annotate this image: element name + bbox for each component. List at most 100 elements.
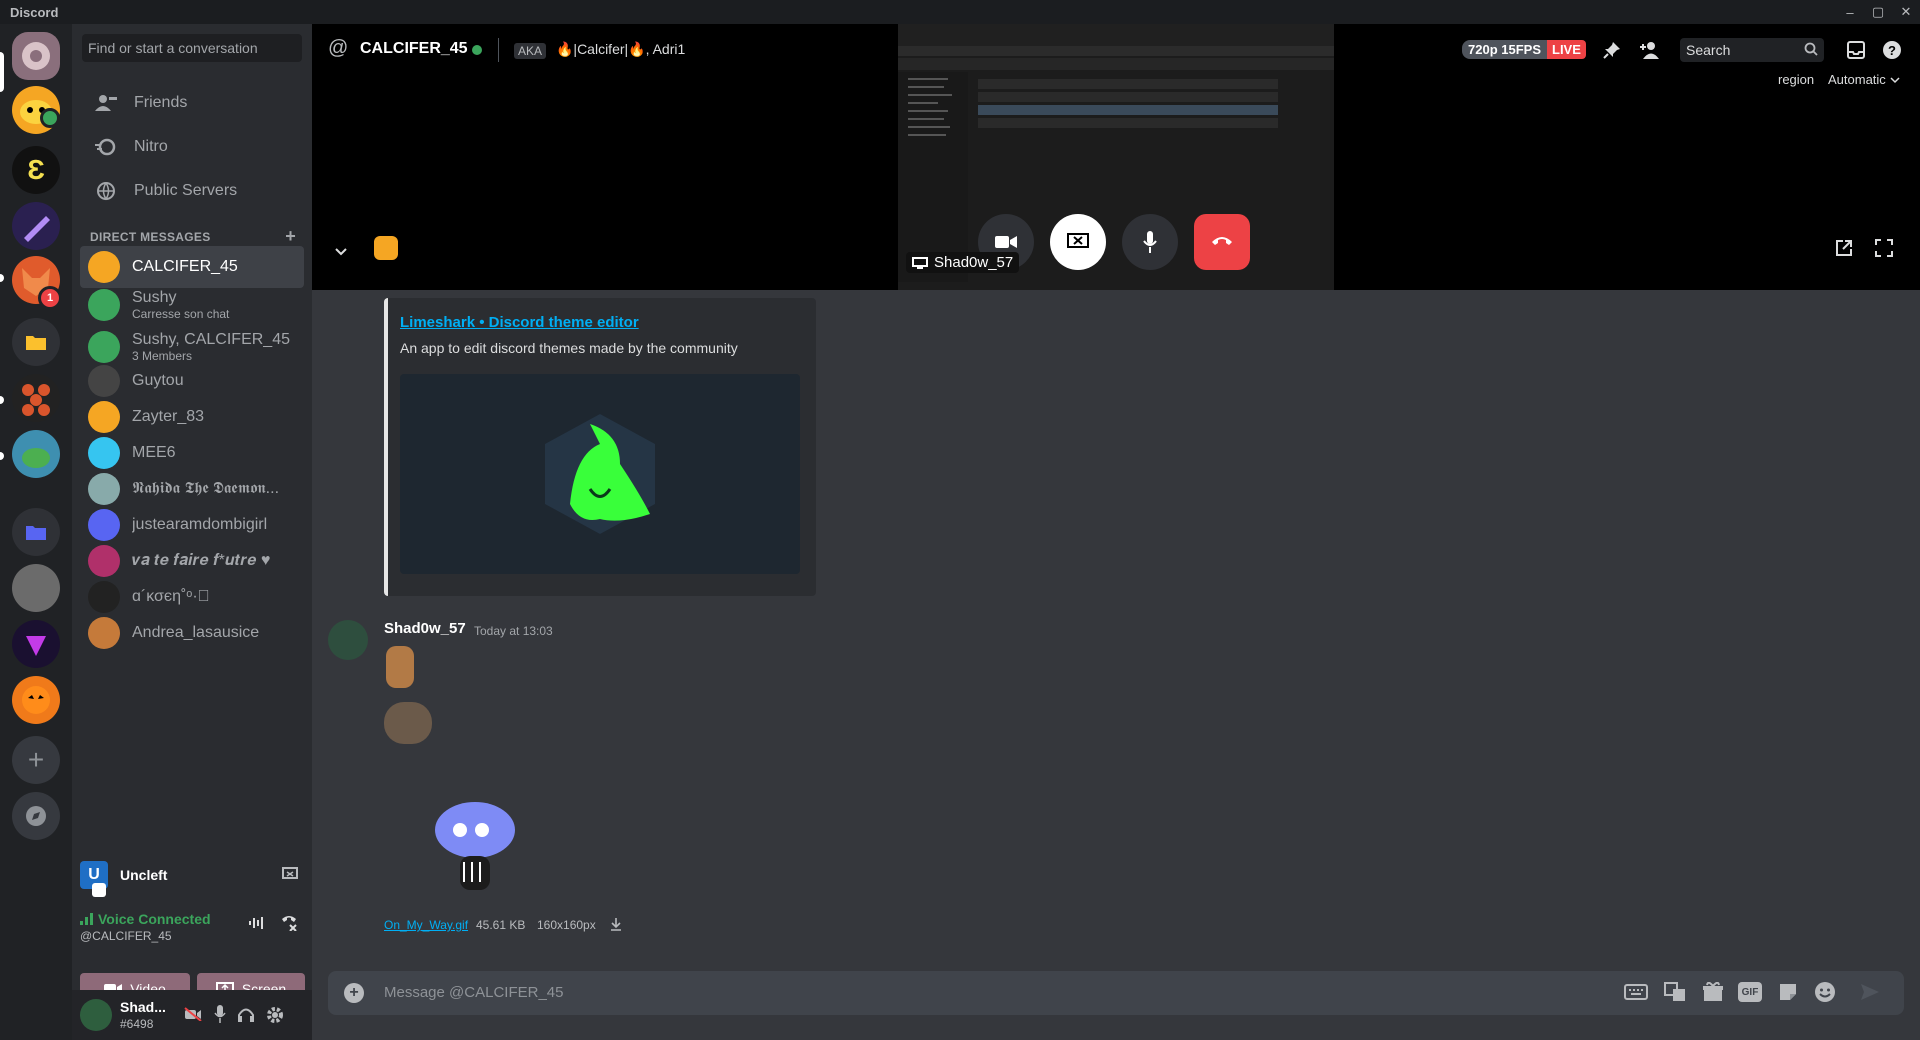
user-avatar[interactable] <box>80 999 112 1031</box>
gif-picker-icon[interactable]: GIF <box>1738 982 1762 1002</box>
dm-item[interactable]: Andrea_lasausice <box>80 612 304 654</box>
fullscreen-icon[interactable] <box>1872 236 1896 260</box>
chevron-down-icon <box>1890 76 1900 83</box>
embed-image[interactable] <box>400 374 800 574</box>
selected-indicator <box>0 52 4 92</box>
server-cat[interactable] <box>12 564 60 612</box>
headphones-icon[interactable] <box>237 1006 255 1027</box>
add-server-button[interactable]: + <box>12 736 60 784</box>
live-badge: LIVE <box>1547 40 1586 59</box>
dm-section-header: DIRECT MESSAGES + <box>90 227 296 245</box>
voice-channel[interactable]: @CALCIFER_45 <box>80 929 172 943</box>
screen-share-popout-icon[interactable] <box>282 867 298 884</box>
message-input[interactable]: Message @CALCIFER_45 <box>384 984 563 1001</box>
dm-header-label: DIRECT MESSAGES <box>90 230 211 244</box>
region-select[interactable]: Automatic <box>1828 72 1900 87</box>
settings-gear-icon[interactable] <box>266 1006 284 1029</box>
popout-icon[interactable] <box>1832 236 1856 260</box>
video-off-icon[interactable] <box>184 1007 202 1026</box>
purple-shape-icon <box>26 636 46 656</box>
disconnect-icon[interactable] <box>280 915 298 936</box>
nav-public-servers[interactable]: Public Servers <box>80 170 304 212</box>
translate-icon[interactable] <box>1664 982 1686 1007</box>
find-conversation-input[interactable]: Find or start a conversation <box>82 34 302 62</box>
participant-avatar[interactable] <box>374 236 398 260</box>
embed-description: An app to edit discord themes made by th… <box>400 340 738 356</box>
server-crystal[interactable] <box>12 202 60 250</box>
dm-avatar <box>88 331 120 363</box>
server-list: Ɛ 1 + <box>0 24 72 1040</box>
voice-status: Voice Connected <box>80 911 211 927</box>
stream-file-list <box>978 76 1278 131</box>
dm-name: 𝒗𝒂 𝒕𝒆 𝒇𝒂𝒊𝒓𝒆 𝒇*𝒖𝒕𝒓𝒆 ♥ <box>132 552 271 569</box>
sticker-otter[interactable] <box>384 702 432 744</box>
sticker-dog[interactable] <box>386 646 414 688</box>
attachment-filename[interactable]: On_My_Way.gif <box>384 918 468 932</box>
dm-item[interactable]: CALCIFER_45 <box>80 246 304 288</box>
friends-icon <box>94 91 118 115</box>
minimize-button[interactable]: – <box>1836 5 1864 20</box>
close-button[interactable]: ✕ <box>1892 4 1920 20</box>
attachment-size: 45.61 KB <box>476 918 526 932</box>
create-dm-button[interactable]: + <box>285 227 296 245</box>
leave-call-button[interactable] <box>1194 214 1250 270</box>
maximize-button[interactable]: ▢ <box>1864 4 1892 20</box>
send-icon[interactable] <box>1860 983 1880 1006</box>
wumpus-icon <box>435 802 515 890</box>
shark-logo-icon <box>545 414 655 534</box>
stop-share-button[interactable] <box>1050 214 1106 270</box>
user-tag: #6498 <box>120 1017 154 1031</box>
dm-avatar <box>88 401 120 433</box>
mic-button[interactable] <box>1122 214 1178 270</box>
server-honeycomb[interactable] <box>12 374 60 422</box>
gif-attachment[interactable] <box>420 790 530 900</box>
keyboard-icon[interactable] <box>1624 983 1648 1006</box>
dm-item[interactable]: Sushy Carresse son chat <box>80 284 304 326</box>
monitor-icon <box>912 256 928 269</box>
upload-plus-button[interactable]: + <box>344 983 364 1003</box>
stream-preview[interactable]: Shad0w_57 <box>898 24 1334 290</box>
microphone-icon <box>1143 231 1157 253</box>
message-avatar[interactable] <box>328 620 368 660</box>
noise-suppression-icon[interactable] <box>248 915 266 936</box>
emoji-icon[interactable] <box>1814 981 1836 1008</box>
add-friend-icon[interactable] <box>1638 38 1662 62</box>
header-username[interactable]: CALCIFER_45 <box>360 40 468 58</box>
message-author[interactable]: Shad0w_57 <box>384 620 466 637</box>
honeycomb-icon <box>22 384 50 416</box>
folder-yellow[interactable] <box>12 318 60 366</box>
help-icon[interactable]: ? <box>1880 38 1904 62</box>
search-placeholder: Search <box>1686 42 1731 58</box>
embed-title[interactable]: Limeshark • Discord theme editor <box>400 314 639 331</box>
server-dragon[interactable] <box>12 430 60 478</box>
camera-icon <box>995 236 1017 248</box>
inbox-icon[interactable] <box>1844 38 1868 62</box>
folder-blue[interactable] <box>12 508 60 556</box>
nav-friends[interactable]: Friends <box>80 82 304 124</box>
sticker-icon[interactable] <box>1778 982 1798 1007</box>
title-bar: Discord – ▢ ✕ <box>0 0 1920 24</box>
search-input[interactable]: Search <box>1680 38 1824 62</box>
aka-names: 🔥|Calcifer|🔥, Adri1 <box>556 41 686 57</box>
explore-button[interactable] <box>12 792 60 840</box>
gift-icon[interactable] <box>1702 981 1724 1007</box>
pin-icon[interactable] <box>1600 38 1624 62</box>
nav-nitro[interactable]: Nitro <box>80 126 304 168</box>
streamer-label: Shad0w_57 <box>906 252 1020 273</box>
globe-icon <box>94 179 118 203</box>
stream-ribbon <box>898 46 1334 56</box>
download-icon[interactable] <box>610 917 622 936</box>
voice-status-label[interactable]: Voice Connected <box>98 911 211 927</box>
collapse-chevron-icon[interactable] <box>334 244 348 262</box>
dm-name: Andrea_lasausice <box>132 624 260 641</box>
server-purple[interactable] <box>12 620 60 668</box>
svg-text:?: ? <box>1888 43 1896 58</box>
home-button[interactable] <box>12 32 60 80</box>
user-panel: Shad... #6498 <box>72 990 312 1040</box>
microphone-icon[interactable] <box>214 1005 226 1028</box>
plus-icon: + <box>27 744 45 775</box>
dm-avatar <box>88 545 120 577</box>
server-pumpkin[interactable] <box>12 676 60 724</box>
pumpkin-icon <box>22 686 50 714</box>
server-epsilon[interactable]: Ɛ <box>12 146 60 194</box>
